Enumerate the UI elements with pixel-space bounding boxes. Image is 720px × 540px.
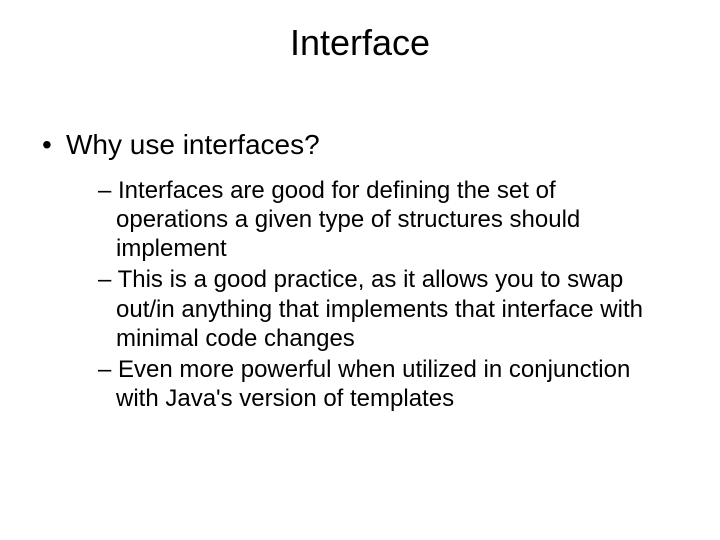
slide: Interface •Why use interfaces? – Interfa… [0,0,720,540]
bullet-level1-text: Why use interfaces? [66,129,320,160]
bullet-level2-group: – Interfaces are good for defining the s… [98,176,670,414]
bullet-level2-text: Interfaces are good for defining the set… [116,177,580,263]
bullet-level2: – Interfaces are good for defining the s… [98,176,670,264]
bullet-level2-text: Even more powerful when utilized in conj… [116,356,630,412]
dash-icon: – [98,266,118,293]
bullet-level2: – Even more powerful when utilized in co… [98,355,670,414]
dash-icon: – [98,177,118,204]
bullet-dot-icon: • [42,128,66,162]
slide-body: •Why use interfaces? – Interfaces are go… [42,128,670,416]
dash-icon: – [98,356,118,383]
bullet-level2-text: This is a good practice, as it allows yo… [116,266,643,352]
slide-title: Interface [0,22,720,64]
bullet-level1: •Why use interfaces? [42,128,670,162]
bullet-level2: – This is a good practice, as it allows … [98,265,670,353]
